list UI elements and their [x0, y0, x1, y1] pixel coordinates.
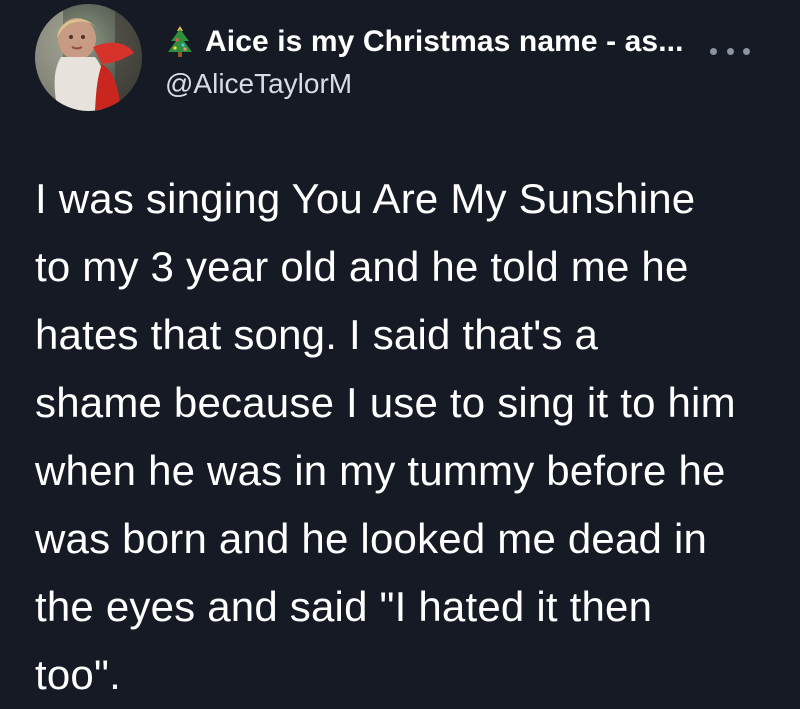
avatar[interactable] — [35, 4, 142, 111]
display-name[interactable]: Aice is my Christmas name - as... — [205, 25, 684, 59]
ellipsis-icon — [710, 47, 717, 55]
christmas-tree-icon — [165, 24, 195, 60]
tweet-header: Aice is my Christmas name - as... @Alice… — [35, 0, 770, 150]
tweet-text: I was singing You Are My Sunshine to my … — [35, 175, 736, 698]
ellipsis-icon — [726, 47, 734, 55]
more-options-button[interactable] — [710, 44, 750, 58]
ellipsis-icon — [743, 47, 750, 55]
user-meta: Aice is my Christmas name - as... @Alice… — [165, 22, 755, 98]
avatar-image — [35, 4, 142, 111]
tweet-card: Aice is my Christmas name - as... @Alice… — [0, 0, 800, 698]
display-name-row: Aice is my Christmas name - as... — [165, 22, 755, 62]
user-handle[interactable]: @AliceTaylorM — [165, 70, 755, 98]
